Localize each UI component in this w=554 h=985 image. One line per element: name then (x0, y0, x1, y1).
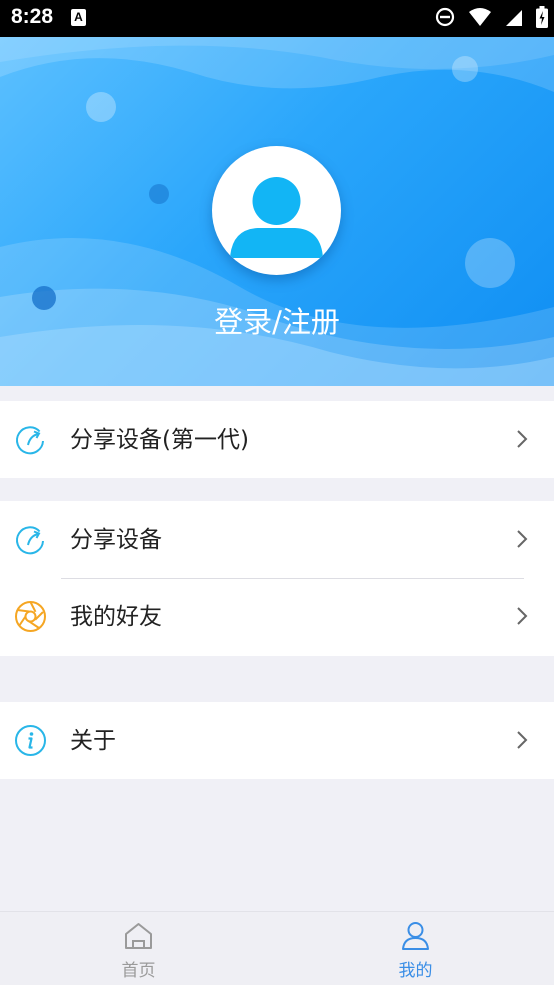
user-avatar-icon (230, 177, 323, 258)
tab-mine-label: 我的 (398, 961, 433, 981)
status-time: 8:28 (11, 5, 54, 28)
tab-home[interactable]: 首页 (0, 912, 277, 985)
cellular-signal-icon (505, 10, 522, 26)
my-friends-label: 我的好友 (70, 604, 162, 630)
person-icon (402, 922, 429, 950)
share-refresh-icon (16, 426, 44, 455)
do-not-disturb-icon (435, 7, 454, 27)
about-label: 关于 (70, 728, 116, 754)
share-device-gen1-item[interactable]: 分享设备(第一代) (0, 401, 554, 478)
menu-group-share-gen1: 分享设备(第一代) (0, 401, 554, 478)
status-bar: 8:28 A (0, 0, 554, 37)
tab-home-label: 首页 (121, 961, 156, 981)
notification-a-icon: A (71, 9, 86, 26)
profile-header: 登录/注册 (0, 37, 554, 386)
share-refresh-icon (16, 526, 44, 555)
menu-group-about: 关于 (0, 702, 554, 779)
menu-group-share-friends: 分享设备 我的好友 (0, 501, 554, 656)
share-device-gen1-label: 分享设备(第一代) (70, 427, 249, 453)
chevron-right-icon (517, 607, 528, 625)
share-device-item[interactable]: 分享设备 (0, 501, 554, 578)
avatar[interactable] (212, 146, 341, 275)
chevron-right-icon (517, 430, 528, 448)
tab-mine[interactable]: 我的 (277, 912, 554, 985)
info-icon (15, 725, 46, 756)
battery-icon (536, 6, 548, 28)
aperture-icon (15, 601, 46, 632)
about-item[interactable]: 关于 (0, 702, 554, 779)
bottom-tab-bar: 首页 我的 (0, 911, 554, 985)
my-friends-item[interactable]: 我的好友 (0, 578, 554, 655)
home-icon (125, 923, 152, 949)
login-register-link[interactable]: 登录/注册 (0, 299, 554, 341)
share-device-label: 分享设备 (70, 527, 162, 553)
chevron-right-icon (517, 530, 528, 548)
status-icons (427, 6, 548, 30)
wifi-icon (468, 8, 491, 26)
chevron-right-icon (517, 731, 528, 749)
